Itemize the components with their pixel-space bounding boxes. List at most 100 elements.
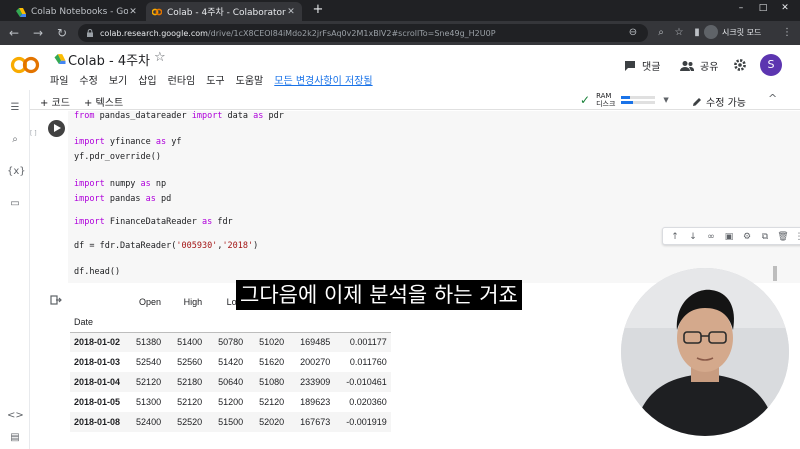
collapse-header-icon[interactable]: ^ <box>768 92 777 105</box>
tab-colab-notebooks-drive[interactable]: Colab Notebooks - Google Drive ✕ <box>10 2 144 21</box>
menu-edit[interactable]: 수정 <box>79 72 97 87</box>
menu-help[interactable]: 도움말 <box>236 72 264 87</box>
webcam-presenter-overlay <box>621 268 789 436</box>
presenter-illustration <box>621 268 789 436</box>
browser-menu-icon[interactable]: ⋮ <box>780 26 794 40</box>
comment-button[interactable]: 댓글 <box>624 58 660 73</box>
table-cell: 0.001177 <box>349 337 387 348</box>
table-cell: 51620 <box>259 357 285 367</box>
code-token: pandas <box>104 194 146 204</box>
add-code-button[interactable]: + 코드 <box>40 94 70 109</box>
menu-runtime[interactable]: 런타임 <box>168 72 196 87</box>
link-icon[interactable]: ∞ <box>705 231 717 243</box>
forward-icon[interactable]: → <box>30 25 46 41</box>
table-cell: 0.020360 <box>349 397 387 407</box>
share-button[interactable]: 공유 <box>680 58 718 73</box>
notebook-title[interactable]: Colab - 4주차 <box>68 50 150 69</box>
move-up-icon[interactable]: ↑ <box>669 231 681 243</box>
code-keyword: import <box>74 137 105 147</box>
table-cell: 51420 <box>218 357 244 367</box>
table-cell: 0.011760 <box>349 357 387 367</box>
code-keyword: as <box>253 111 264 121</box>
zoom-icon[interactable]: ⊖ <box>626 26 640 40</box>
table-row: 2018-01-04 52120 52180 50640 51080 233909 -0.0… <box>70 372 391 392</box>
connected-check-icon: ✓ <box>580 93 591 107</box>
mirror-cell-icon[interactable]: ⧉ <box>759 231 771 243</box>
table-of-contents-icon[interactable]: ☰ <box>7 100 23 116</box>
table-row: 2018-01-02 51380 51400 50780 51020 169485 0.00… <box>70 332 391 352</box>
delete-icon[interactable]: 🗑 <box>777 231 789 243</box>
row-index-cell: 2018-01-08 <box>74 417 121 427</box>
disk-label: 디스크 <box>596 100 616 108</box>
tab-title: Colab Notebooks - Google Drive <box>31 6 128 17</box>
code-token: yf.pdr_override() <box>74 152 161 162</box>
code-snippets-icon[interactable]: <> <box>7 408 24 424</box>
variables-icon[interactable]: {x} <box>7 164 26 180</box>
drive-icon <box>16 7 26 17</box>
tab-close-icon[interactable]: ✕ <box>128 7 138 17</box>
table-cell: 52400 <box>136 417 162 427</box>
search-icon[interactable]: ⌕ <box>654 26 668 40</box>
save-status-link[interactable]: 모든 변경사항이 저장됨 <box>274 72 372 87</box>
table-cell: -0.001919 <box>346 417 387 427</box>
add-text-button[interactable]: + 텍스트 <box>84 94 123 109</box>
table-cell: 51400 <box>177 337 203 348</box>
comment-icon[interactable]: ▣ <box>723 231 735 243</box>
tab-colab-4week[interactable]: Colab - 4주차 - Colaboratory ✕ <box>146 2 302 21</box>
bookmark-star-icon[interactable]: ☆ <box>672 26 686 40</box>
command-palette-icon[interactable]: ▤ <box>7 430 23 446</box>
tab-close-icon[interactable]: ✕ <box>286 7 296 17</box>
table-row: 2018-01-03 52540 52560 51420 51620 200270 0.01… <box>70 352 391 372</box>
new-tab-button[interactable]: + <box>310 2 326 18</box>
output-actions-icon[interactable] <box>50 294 62 306</box>
code-cell[interactable]: [ ] from pandas_datareader import data a… <box>30 111 800 283</box>
back-icon[interactable]: ← <box>6 25 22 41</box>
code-string: '005930' <box>176 241 218 251</box>
table-cell: 51200 <box>218 397 244 407</box>
address-bar[interactable]: colab.research.google.com /drive/1cX8CEO… <box>78 24 648 42</box>
table-cell: 51300 <box>136 397 162 407</box>
table-cell: 189623 <box>300 397 331 407</box>
move-down-icon[interactable]: ↓ <box>687 231 699 243</box>
files-folder-icon[interactable]: ▭ <box>7 196 23 212</box>
share-people-icon <box>680 60 694 71</box>
run-cell-button[interactable] <box>48 120 65 137</box>
incognito-indicator[interactable]: 시크릿 모드 <box>704 25 761 39</box>
menu-file[interactable]: 파일 <box>50 72 68 87</box>
minimize-button[interactable]: – <box>734 3 748 13</box>
dataframe-table: OpenHighLowCloseVolumeChange Date 2018-0… <box>70 292 391 432</box>
chevron-down-icon[interactable]: ▼ <box>663 96 668 104</box>
editor-scrollbar[interactable] <box>773 266 777 281</box>
user-avatar[interactable]: S <box>760 54 782 76</box>
menu-tools[interactable]: 도구 <box>206 72 224 87</box>
comment-label: 댓글 <box>642 62 661 73</box>
index-name: Date <box>70 312 125 333</box>
resource-monitor[interactable]: ✓ RAM 디스크 ▼ <box>580 92 669 108</box>
table-cell: 52120 <box>259 397 285 407</box>
close-window-button[interactable]: ✕ <box>778 3 792 13</box>
incognito-label: 시크릿 모드 <box>722 27 762 37</box>
code-token: data <box>222 111 254 121</box>
reload-icon[interactable]: ↻ <box>54 25 70 41</box>
settings-gear-icon[interactable] <box>733 58 747 72</box>
menu-view[interactable]: 보기 <box>109 72 127 87</box>
search-icon[interactable]: ⌕ <box>7 132 23 148</box>
ram-usage-bar <box>621 96 656 99</box>
execution-count: [ ] <box>30 130 37 137</box>
cell-toolbar: ↑ ↓ ∞ ▣ ⚙ ⧉ 🗑 ⋮ <box>662 227 800 245</box>
menu-insert[interactable]: 삽입 <box>138 72 156 87</box>
table-cell: 52120 <box>136 377 162 387</box>
disk-usage-bar <box>621 101 656 104</box>
side-panel-icon[interactable]: ▮ <box>690 26 704 40</box>
more-options-icon[interactable]: ⋮ <box>793 231 800 243</box>
maximize-button[interactable]: □ <box>756 3 770 13</box>
row-index-cell: 2018-01-04 <box>74 377 121 387</box>
code-editor[interactable]: from pandas_datareader import data as pd… <box>68 111 800 283</box>
code-token: numpy <box>104 179 141 189</box>
star-icon[interactable]: ☆ <box>154 50 166 65</box>
table-cell: 200270 <box>300 357 331 367</box>
colab-logo[interactable] <box>10 55 40 75</box>
table-row: 2018-01-08 52400 52520 51500 52020 167673 -0.0… <box>70 412 391 432</box>
cell-settings-icon[interactable]: ⚙ <box>741 231 753 243</box>
edit-mode-button[interactable]: 수정 가능 <box>692 94 746 109</box>
